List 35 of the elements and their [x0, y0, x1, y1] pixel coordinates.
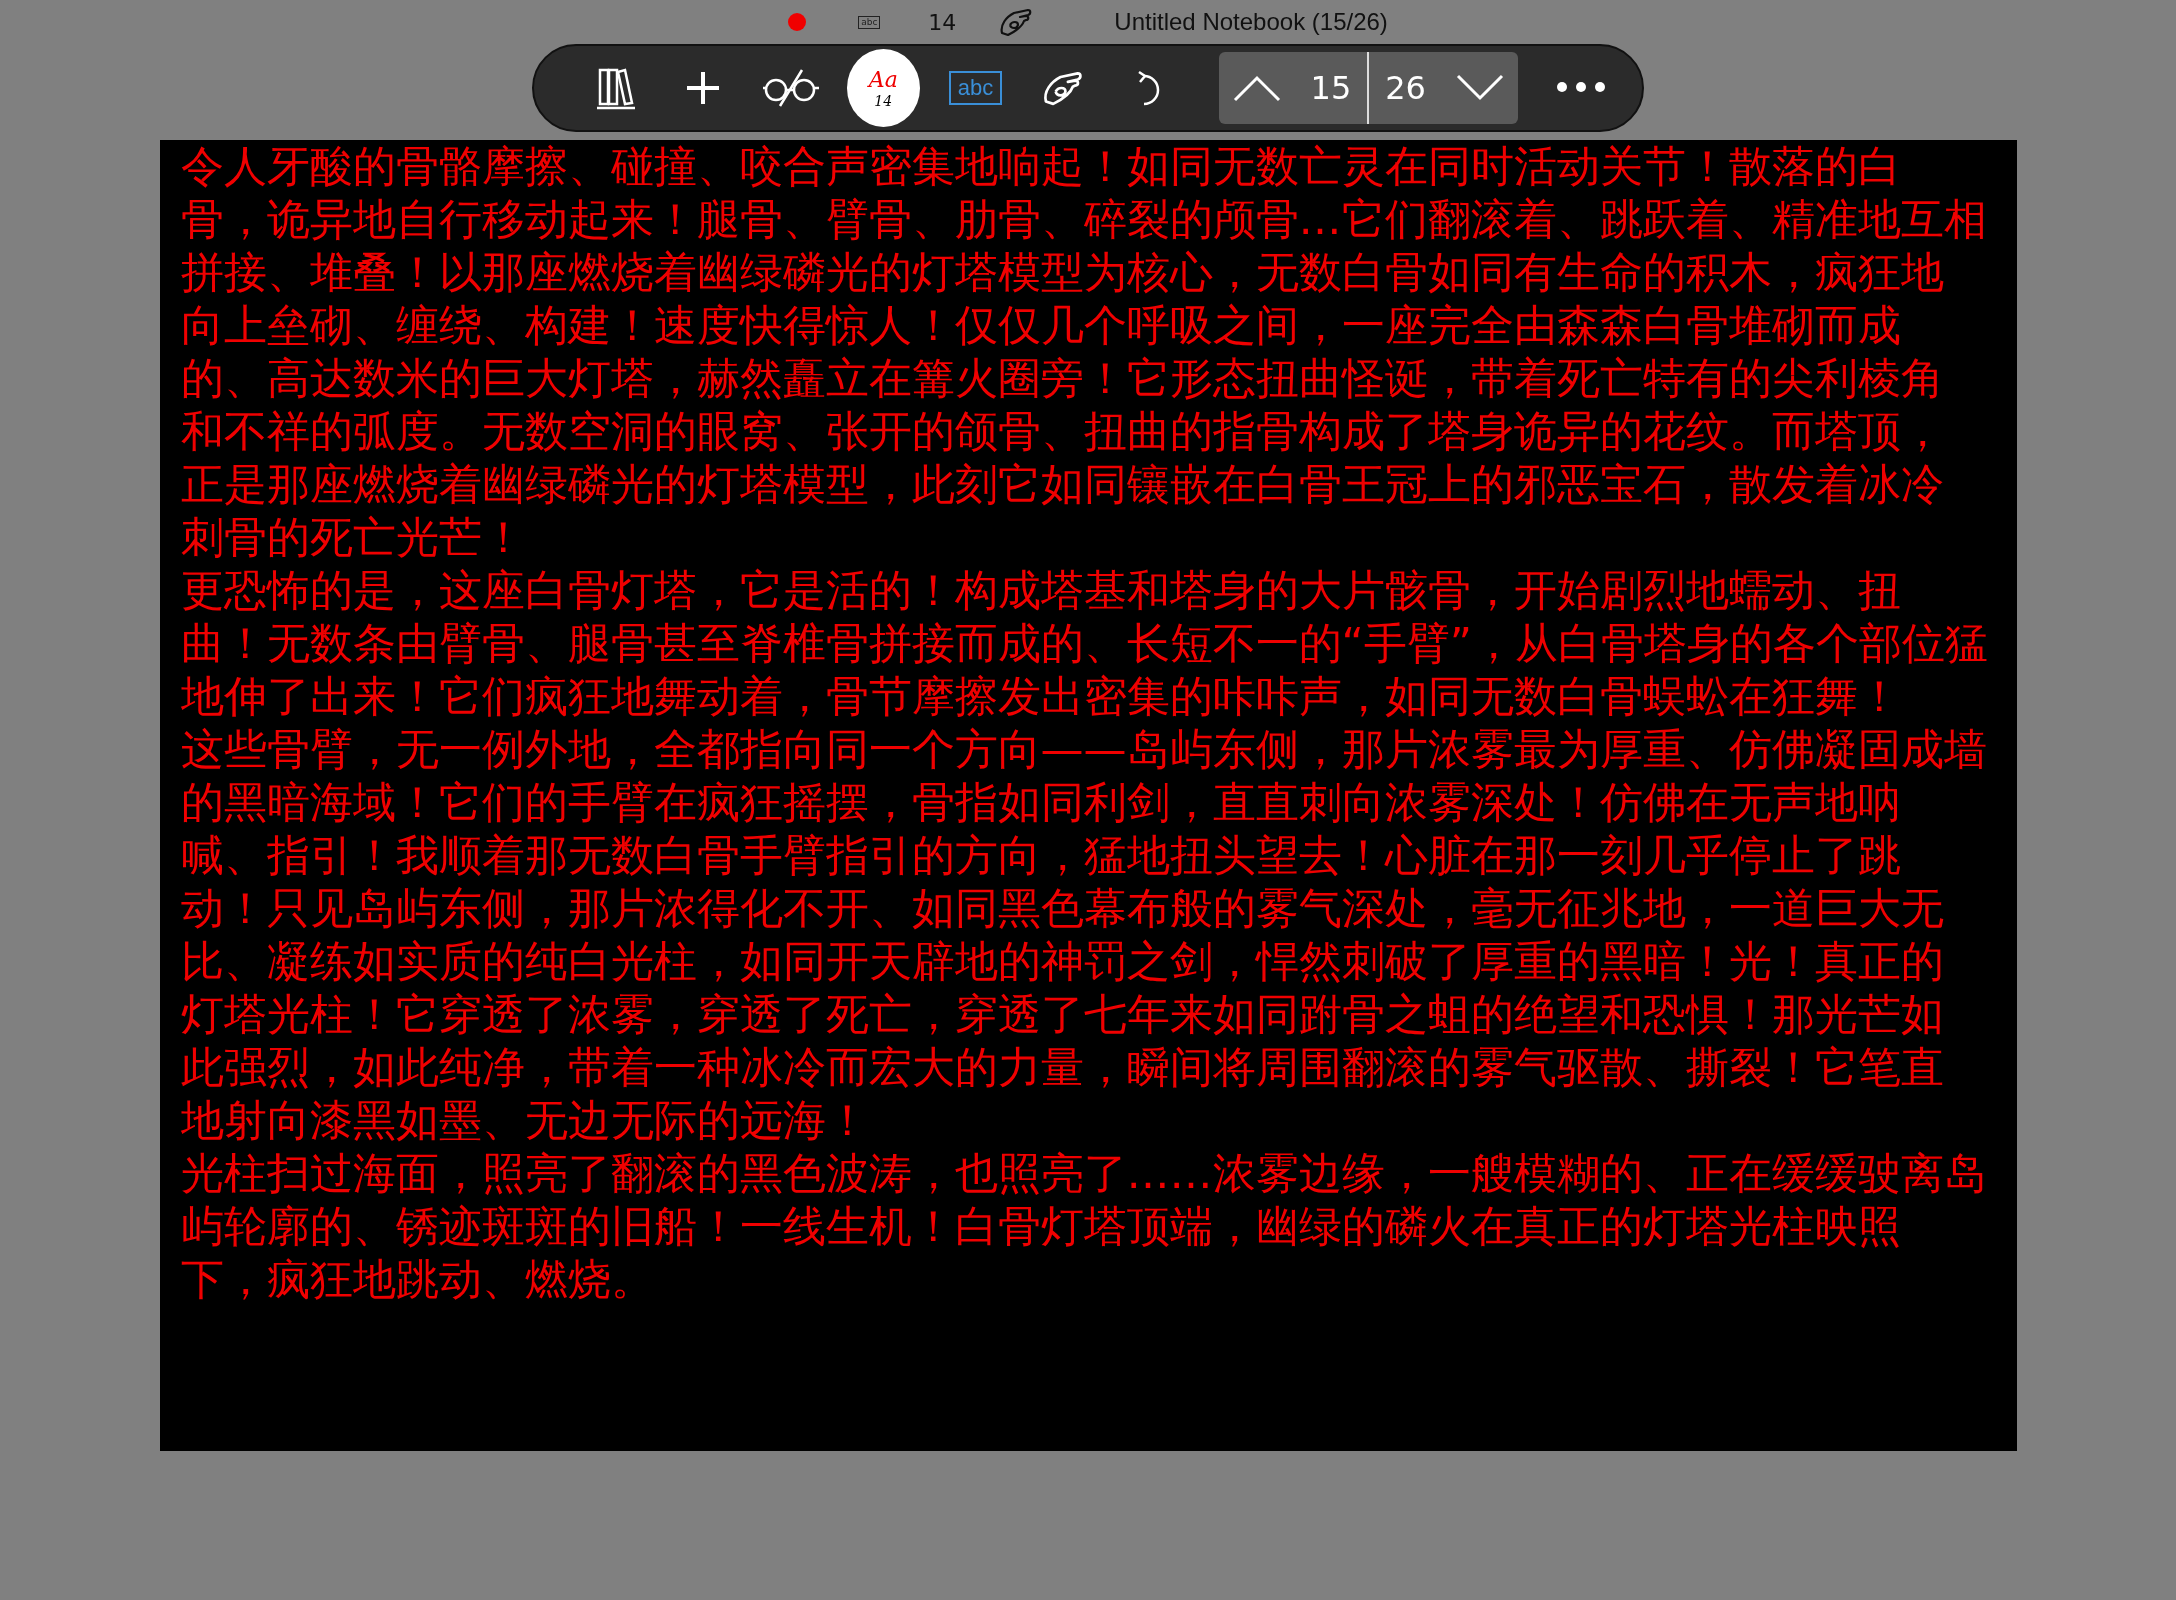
text-line: 的、高达数米的巨大灯塔，赫然矗立在篝火圈旁！它形态扭曲怪诞，带着死亡特有的尖利棱角	[180, 352, 1945, 405]
crossed-glasses-icon	[762, 68, 820, 108]
font-size-label: 14	[928, 9, 957, 35]
text-line: 令人牙酸的骨骼摩擦、碰撞、咬合声密集地响起！如同无数亡灵在同时活动关节！散落的白	[180, 140, 1902, 193]
text-line: 地伸了出来！它们疯狂地舞动着，骨节摩擦发出密集的咔咔声，如同无数白骨蜈蚣在狂舞！	[180, 670, 1902, 723]
current-page-number: 15	[1309, 69, 1353, 107]
keyboard-indicator: abc	[858, 15, 881, 29]
text-line: 比、凝练如实质的纯白光柱，如同开天辟地的神罚之剑，悍然刺破了厚重的黑暗！光！真正的	[180, 935, 1945, 988]
chevron-up-icon	[1232, 74, 1281, 102]
text-line: 和不祥的弧度。无数空洞的眼窝、张开的颌骨、扭曲的指骨构成了塔身诡异的花纹。而塔顶，	[180, 405, 1945, 458]
text-line: 下，疯狂地跳动、燃烧。	[180, 1253, 655, 1306]
text-tool-button[interactable]: abc	[943, 54, 1008, 122]
text-line: 屿轮廓的、锈迹斑斑的旧船！一线生机！白骨灯塔顶端，幽绿的磷火在真正的灯塔光柱映照	[180, 1200, 1902, 1253]
text-line: 骨，诡异地自行移动起来！腿骨、臂骨、肋骨、碎裂的颅骨…它们翻滚着、跳跃着、精准地互相	[180, 193, 1988, 246]
text-line: 拼接、堆叠！以那座燃烧着幽绿磷光的灯塔模型为核心，无数白骨如同有生命的积木，疯狂地	[180, 246, 1945, 299]
text-line: 正是那座燃烧着幽绿磷光的灯塔模型，此刻它如同镶嵌在白骨王冠上的邪恶宝石，散发着冰冷	[180, 458, 1945, 511]
text-line: 动！只见岛屿东侧，那片浓得化不开、如同黑色幕布般的雾气深处，毫无征兆地，一道巨大无	[180, 882, 1945, 935]
total-pages-number: 26	[1384, 69, 1427, 107]
text-line: 的黑暗海域！它们的手臂在疯狂摇摆，骨指如同利剑，直直刺向浓雾深处！仿佛在无声地呐	[180, 776, 1902, 829]
plus-icon	[685, 70, 722, 106]
text-line: 刺骨的死亡光芒！	[180, 511, 526, 564]
chevron-down-icon	[1455, 74, 1504, 102]
text-line: 更恐怖的是，这座白骨灯塔，它是活的！构成塔基和塔身的大片骸骨，开始剧烈地蠕动、扭	[180, 564, 1902, 617]
text-line: 光柱扫过海面，照亮了翻滚的黑色波涛，也照亮了……浓雾边缘，一艘模糊的、正在缓缓驶离岛	[180, 1147, 1988, 1200]
books-icon	[595, 66, 636, 110]
text-line: 灯塔光柱！它穿透了浓雾，穿透了死亡，穿透了七年来如同跗骨之蛆的绝望和恐惧！那光芒如	[180, 988, 1945, 1041]
text-line: 这些骨臂，无一例外地，全都指向同一个方向——岛屿东侧，那片浓雾最为厚重、仿佛凝固成墙	[180, 723, 1988, 776]
text-line: 此强烈，如此纯净，带着一种冰冷而宏大的力量，瞬间将周围翻滚的雾气驱散、撕裂！它笔直	[180, 1041, 1945, 1094]
text-line: 喊、指引！我顺着那无数白骨手臂指引的方向，猛地扭头望去！心脏在那一刻几乎停止了跳	[180, 829, 1902, 882]
pen-button[interactable]: Aa 14	[846, 49, 920, 127]
text-line: 向上垒砌、缠绕、构建！速度快得惊人！仅仅几个呼吸之间，一座完全由森森白骨堆砌而成	[180, 299, 1902, 352]
more-icon	[1555, 80, 1606, 93]
window-title: Untitled Notebook (15/26)	[1114, 8, 1388, 36]
text-line: 地射向漆黑如墨、无边无际的远海！	[180, 1094, 870, 1147]
text-line: 曲！无数条由臂骨、腿骨甚至脊椎骨拼接而成的、长短不一的“手臂”，从白骨塔身的各个部位猛	[180, 617, 1990, 670]
